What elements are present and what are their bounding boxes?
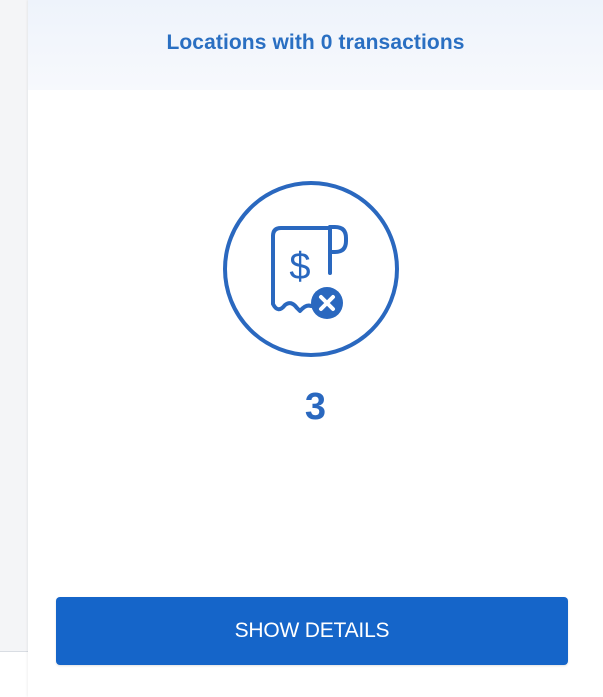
left-panel-footer xyxy=(0,651,28,697)
card-header: Locations with 0 transactions xyxy=(28,0,603,90)
card-title: Locations with 0 transactions xyxy=(166,31,465,54)
locations-zero-transactions-card: Locations with 0 transactions $ 3 SHOW D… xyxy=(28,0,603,697)
svg-text:$: $ xyxy=(289,246,310,288)
zero-transaction-count: 3 xyxy=(304,386,327,428)
dashboard-page: Locations with 0 transactions $ 3 SHOW D… xyxy=(0,0,603,697)
left-panel-edge xyxy=(0,0,28,697)
show-details-button[interactable]: SHOW DETAILS xyxy=(56,597,568,665)
receipt-cancel-icon: $ xyxy=(222,180,400,358)
